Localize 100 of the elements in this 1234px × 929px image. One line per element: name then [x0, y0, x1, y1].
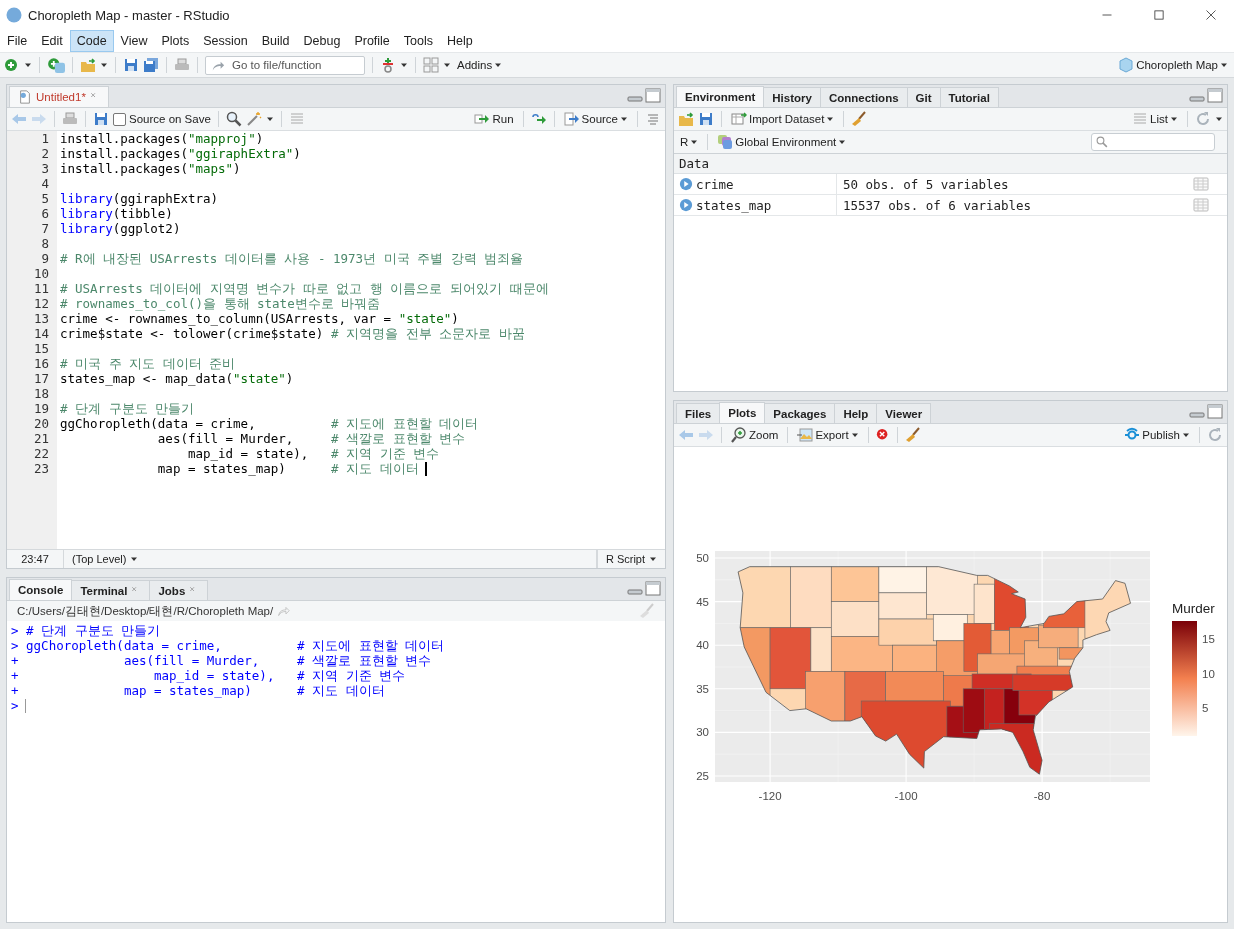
maximize-pane-icon[interactable]	[645, 88, 661, 104]
outline-icon[interactable]	[288, 111, 305, 127]
list-icon	[1132, 111, 1149, 127]
print-icon[interactable]	[174, 57, 190, 73]
pane-tab[interactable]: Connections	[819, 87, 908, 107]
pane-tab[interactable]: Files	[676, 403, 721, 423]
project-button[interactable]: Choropleth Map	[1116, 55, 1230, 75]
pane-tab[interactable]: Viewer	[876, 403, 932, 423]
editor-tab[interactable]: Untitled1*	[9, 86, 109, 107]
broom-icon[interactable]	[904, 427, 921, 443]
caret-icon	[265, 115, 274, 123]
y-axis-label: 30	[696, 726, 709, 739]
run-button[interactable]: Run	[472, 109, 516, 129]
expand-icon[interactable]	[679, 198, 693, 212]
y-axis-label: 40	[696, 639, 709, 652]
caret-icon	[620, 115, 628, 123]
grid-icon[interactable]	[423, 57, 439, 73]
save-all-icon[interactable]	[143, 57, 159, 73]
pane-tab[interactable]: Environment	[676, 86, 765, 107]
code-line: crime$state <- tolower(crime$state) # 지역명을 전부 소문자로 바꿈	[60, 326, 526, 341]
pane-tab[interactable]: Help	[834, 403, 878, 423]
source-on-save-checkbox[interactable]: Source on Save	[113, 112, 211, 126]
menu-item[interactable]: View	[113, 30, 155, 52]
menu-item[interactable]: Session	[196, 30, 255, 52]
variable-value: 50 obs. of 5 variables	[842, 176, 1010, 192]
share-arrow-icon[interactable]	[277, 604, 291, 618]
version-control-icon[interactable]	[380, 57, 396, 73]
back-icon[interactable]	[678, 427, 694, 443]
pane-tab[interactable]: Console	[9, 579, 73, 600]
code-line: aes(fill = Murder, # 색깔로 표현할 변수	[156, 431, 467, 446]
caret-icon	[1170, 115, 1178, 123]
publish-button[interactable]: Publish	[1122, 425, 1192, 445]
open-folder-icon[interactable]	[80, 57, 96, 73]
console-prompt: >	[11, 698, 19, 713]
menu-item[interactable]: Debug	[296, 30, 348, 52]
menu-item[interactable]: Plots	[154, 30, 197, 52]
forward-icon[interactable]	[31, 111, 47, 127]
line-number: 15	[32, 341, 50, 356]
code-line: ggChoropleth(data = crime, # 지도에 표현할 데이터	[60, 416, 480, 431]
pane-tab[interactable]: History	[763, 87, 821, 107]
line-number: 19	[32, 401, 50, 416]
new-project-icon[interactable]	[47, 56, 65, 74]
document-outline-icon[interactable]	[645, 111, 661, 127]
magic-wand-icon[interactable]	[245, 111, 262, 127]
source-button[interactable]: Source	[561, 109, 630, 129]
table-view-icon[interactable]	[1193, 176, 1209, 192]
pane-tab[interactable]: Tutorial	[939, 87, 999, 107]
pane-tab[interactable]: Jobs	[149, 580, 209, 600]
save-icon[interactable]	[123, 57, 139, 73]
menu-item[interactable]: Edit	[34, 30, 70, 52]
menu-item[interactable]: File	[0, 30, 35, 52]
line-number: 9	[40, 251, 50, 266]
pane-tab[interactable]: Packages	[764, 403, 836, 423]
pane-tab[interactable]: Git	[906, 87, 941, 107]
search-field[interactable]	[1091, 133, 1215, 151]
pane-tab[interactable]: Plots	[719, 402, 766, 423]
refresh-icon[interactable]	[1195, 111, 1211, 127]
line-number: 6	[40, 206, 50, 221]
menu-item[interactable]: Build	[254, 30, 297, 52]
addins-button[interactable]: Addins	[455, 57, 505, 73]
maximize-pane-icon[interactable]	[645, 581, 661, 597]
back-icon[interactable]	[11, 111, 27, 127]
search-icon[interactable]	[225, 111, 242, 127]
export-button[interactable]: Export	[795, 425, 861, 445]
caret-icon	[838, 138, 847, 146]
forward-icon[interactable]	[698, 427, 714, 443]
environment-selector[interactable]: Global Environment	[715, 132, 849, 152]
remove-plot-icon[interactable]	[875, 428, 890, 442]
open-folder-icon[interactable]	[678, 111, 694, 127]
scope-selector[interactable]: (Top Level)	[64, 550, 597, 568]
variable-name: states_map	[696, 197, 772, 213]
table-view-icon[interactable]	[1193, 197, 1209, 213]
menu-item[interactable]: Profile	[347, 30, 397, 52]
menu-item[interactable]: Help	[440, 30, 480, 52]
zoom-button[interactable]: Zoom	[729, 425, 781, 445]
broom-icon[interactable]	[851, 111, 868, 127]
line-number: 22	[32, 446, 50, 461]
zoom-icon	[731, 427, 747, 443]
line-number: 13	[32, 311, 50, 326]
save-icon[interactable]	[698, 111, 714, 127]
caret-icon	[443, 61, 451, 69]
y-axis-label: 25	[696, 770, 709, 782]
menu-item[interactable]: Code	[69, 30, 114, 52]
file-type-selector[interactable]: R Script	[596, 550, 665, 568]
refresh-icon[interactable]	[1207, 427, 1223, 443]
caret-icon	[1215, 115, 1223, 123]
menu-item[interactable]: Tools	[396, 30, 440, 52]
expand-icon[interactable]	[679, 177, 693, 191]
pane-tab[interactable]: Terminal	[71, 580, 151, 600]
code-line: library(ggplot2)	[60, 221, 182, 236]
maximize-pane-icon[interactable]	[1207, 88, 1223, 104]
line-number: 8	[40, 236, 50, 251]
save-icon[interactable]	[93, 111, 109, 127]
maximize-pane-icon[interactable]	[1207, 404, 1223, 420]
import-dataset-button[interactable]: Import Dataset	[729, 109, 837, 129]
new-file-icon[interactable]	[4, 57, 20, 73]
rerun-icon[interactable]	[530, 111, 547, 127]
go-to-file-field[interactable]: Go to file/function	[205, 55, 365, 75]
view-mode-button[interactable]: List	[1130, 109, 1180, 129]
language-selector[interactable]: R	[678, 134, 701, 150]
